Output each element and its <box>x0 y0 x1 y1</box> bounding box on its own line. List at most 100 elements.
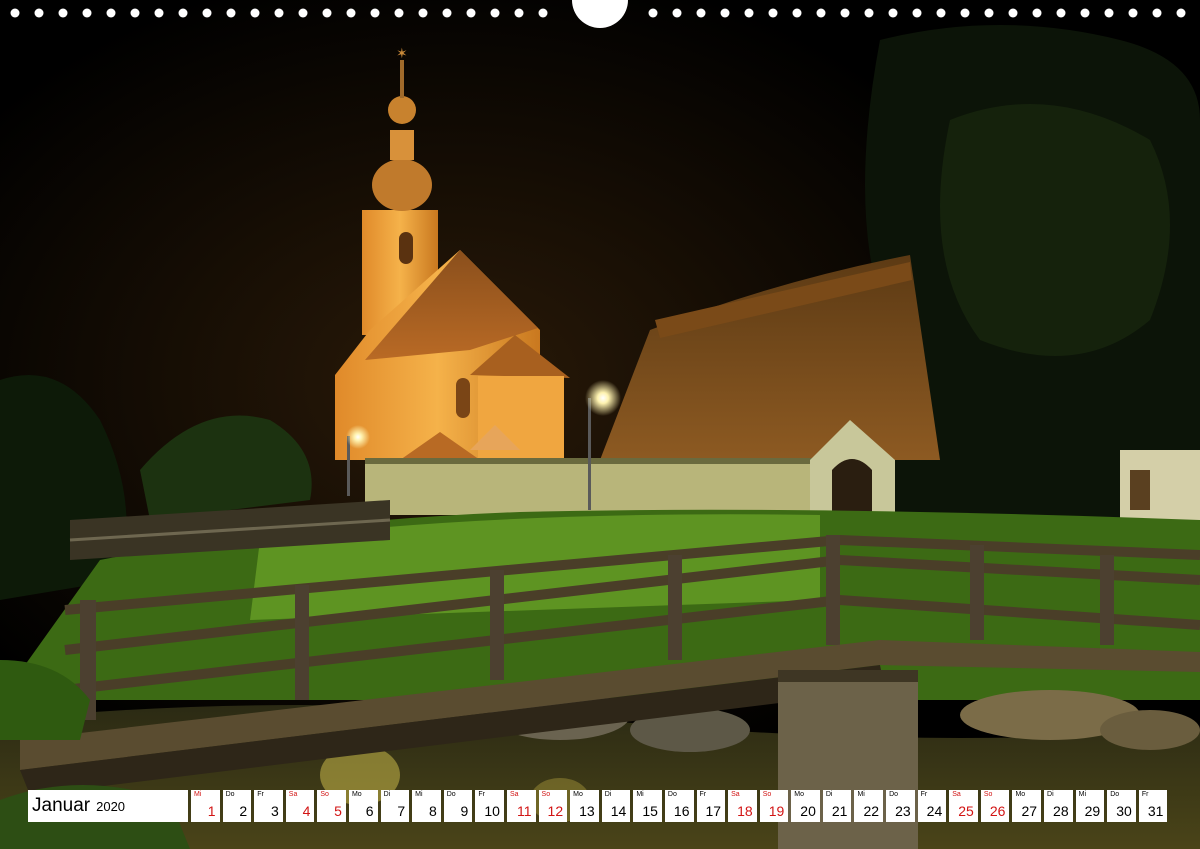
day-of-week: Fr <box>699 791 707 798</box>
day-cell: So 5 <box>317 790 346 822</box>
day-of-week: Mi <box>636 791 644 798</box>
day-cell: Do 2 <box>222 790 252 822</box>
day-of-week: Fr <box>257 791 264 798</box>
day-of-week: Mo <box>794 791 805 798</box>
day-of-week: Mi <box>857 791 865 798</box>
day-cells: Mi 1 Do 2 Fr 3 Sa 4 So 5 Mo 6 Di 7 Mi 8 Do 9 Fr 10 Sa 11 So 12 M… <box>191 790 1168 822</box>
day-of-week: Di <box>604 791 612 798</box>
day-number: 12 <box>547 803 564 819</box>
day-of-week: Mi <box>1078 791 1087 798</box>
day-of-week: Fr <box>478 791 485 798</box>
month-label: Januar 2020 <box>28 790 188 822</box>
day-number: 6 <box>365 803 374 819</box>
day-cell: Fr 17 <box>696 790 726 822</box>
day-number: 20 <box>800 803 816 819</box>
day-number: 22 <box>863 803 880 819</box>
svg-text:✶: ✶ <box>396 46 408 62</box>
calendar-strip: Januar 2020 Mi 1 Do 2 Fr 3 Sa 4 So 5 Mo 6 Di 7 Mi 8 Do 9 F… <box>28 790 1168 822</box>
day-cell: Sa 11 <box>506 790 536 822</box>
day-of-week: Mi <box>194 791 202 798</box>
day-number: 7 <box>397 803 406 819</box>
day-number: 21 <box>831 803 848 819</box>
day-number: 23 <box>895 803 911 819</box>
day-of-week: Di <box>383 791 391 798</box>
day-cell: Mi 15 <box>633 790 662 822</box>
day-cell: Sa 4 <box>285 790 315 822</box>
day-cell: Di 21 <box>822 790 852 822</box>
binding-holes <box>10 0 1186 28</box>
day-number: 13 <box>579 803 595 819</box>
day-of-week: So <box>983 791 993 798</box>
day-of-week: So <box>320 791 329 798</box>
day-number: 8 <box>428 803 437 819</box>
day-of-week: Fr <box>1141 791 1149 798</box>
day-of-week: Mo <box>573 791 583 798</box>
day-of-week: Do <box>446 791 456 798</box>
day-number: 9 <box>460 803 469 819</box>
day-cell: Sa 18 <box>728 790 757 822</box>
day-of-week: Mo <box>1015 791 1026 798</box>
day-number: 5 <box>334 803 342 819</box>
day-number: 29 <box>1084 803 1101 819</box>
day-cell: Mi 29 <box>1075 790 1105 822</box>
day-of-week: Mo <box>351 791 362 798</box>
day-number: 1 <box>207 803 216 819</box>
day-number: 26 <box>989 803 1006 819</box>
day-of-week: Sa <box>731 791 740 798</box>
day-of-week: Do <box>225 791 235 798</box>
day-cell: Di 7 <box>380 790 410 822</box>
day-of-week: Di <box>825 791 833 798</box>
day-cell: Mi 1 <box>191 790 220 822</box>
day-number: 3 <box>270 803 279 819</box>
day-cell: Do 9 <box>443 790 473 822</box>
day-of-week: Sa <box>509 791 519 798</box>
day-number: 4 <box>302 803 311 819</box>
day-cell: Mi 22 <box>854 790 884 822</box>
day-cell: Di 14 <box>601 790 631 822</box>
day-number: 11 <box>516 803 532 819</box>
day-cell: So 19 <box>759 790 789 822</box>
day-cell: Mo 20 <box>791 790 820 822</box>
day-of-week: Do <box>1110 791 1120 798</box>
day-number: 24 <box>926 803 943 819</box>
day-cell: So 26 <box>980 790 1010 822</box>
day-of-week: So <box>541 791 551 798</box>
day-of-week: Do <box>667 791 677 798</box>
day-of-week: Di <box>1047 791 1054 798</box>
day-cell: Mi 8 <box>412 790 441 822</box>
month-year: 2020 <box>96 798 126 814</box>
day-of-week: So <box>762 791 772 798</box>
day-cell: Fr 31 <box>1138 790 1168 822</box>
day-number: 27 <box>1021 803 1038 819</box>
day-of-week: Mi <box>415 791 423 798</box>
day-number: 18 <box>737 803 753 819</box>
day-cell: Do 30 <box>1107 790 1136 822</box>
day-number: 28 <box>1053 803 1069 819</box>
day-of-week: Sa <box>952 791 961 798</box>
day-cell: Fr 24 <box>917 790 947 822</box>
day-cell: Mo 27 <box>1012 790 1042 822</box>
month-name: Januar <box>32 795 91 816</box>
day-cell: Sa 25 <box>949 790 978 822</box>
day-cell: Di 28 <box>1044 790 1073 822</box>
day-of-week: Sa <box>288 791 298 798</box>
day-cell: Do 16 <box>664 790 694 822</box>
day-number: 19 <box>768 803 785 819</box>
day-cell: Fr 3 <box>254 790 283 822</box>
day-number: 31 <box>1147 803 1164 819</box>
day-number: 14 <box>610 803 627 819</box>
day-of-week: Do <box>889 791 899 798</box>
day-cell: Do 23 <box>886 790 915 822</box>
day-cell: Mo 6 <box>348 790 378 822</box>
day-cell: So 12 <box>538 790 568 822</box>
day-cell: Mo 13 <box>570 790 599 822</box>
day-number: 30 <box>1116 803 1132 819</box>
day-number: 15 <box>642 803 658 819</box>
day-number: 16 <box>673 803 690 819</box>
day-number: 17 <box>705 803 722 819</box>
day-number: 10 <box>484 803 500 819</box>
day-number: 25 <box>958 803 974 819</box>
church-night-photo: ✶ <box>0 0 1200 849</box>
day-number: 2 <box>239 803 248 819</box>
day-cell: Fr 10 <box>475 790 504 822</box>
